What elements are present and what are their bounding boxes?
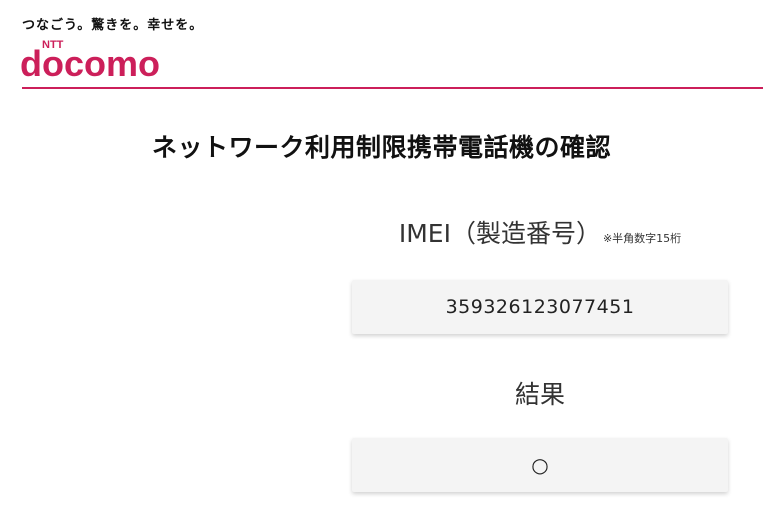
imei-label-row: IMEI（製造番号） ※半角数字15桁 <box>352 214 728 250</box>
imei-field[interactable]: 359326123077451 <box>352 280 728 334</box>
page-title: ネットワーク利用制限携帯電話機の確認 <box>151 133 611 162</box>
result-field: ○ <box>352 438 728 492</box>
header-divider <box>22 87 763 89</box>
result-label: 結果 <box>514 380 565 409</box>
result-circle-icon: ○ <box>531 453 549 477</box>
site-header: つなごう。驚きを。幸せを。 NTT docomo <box>0 0 763 89</box>
logo-docomo-text: docomo <box>20 43 160 82</box>
docomo-logo[interactable]: NTT docomo <box>20 36 190 82</box>
brand-tagline: つなごう。驚きを。幸せを。 <box>22 18 204 33</box>
imei-label: IMEI（製造番号） <box>398 219 601 248</box>
imei-note: ※半角数字15桁 <box>602 232 682 245</box>
imei-value: 359326123077451 <box>445 296 635 318</box>
